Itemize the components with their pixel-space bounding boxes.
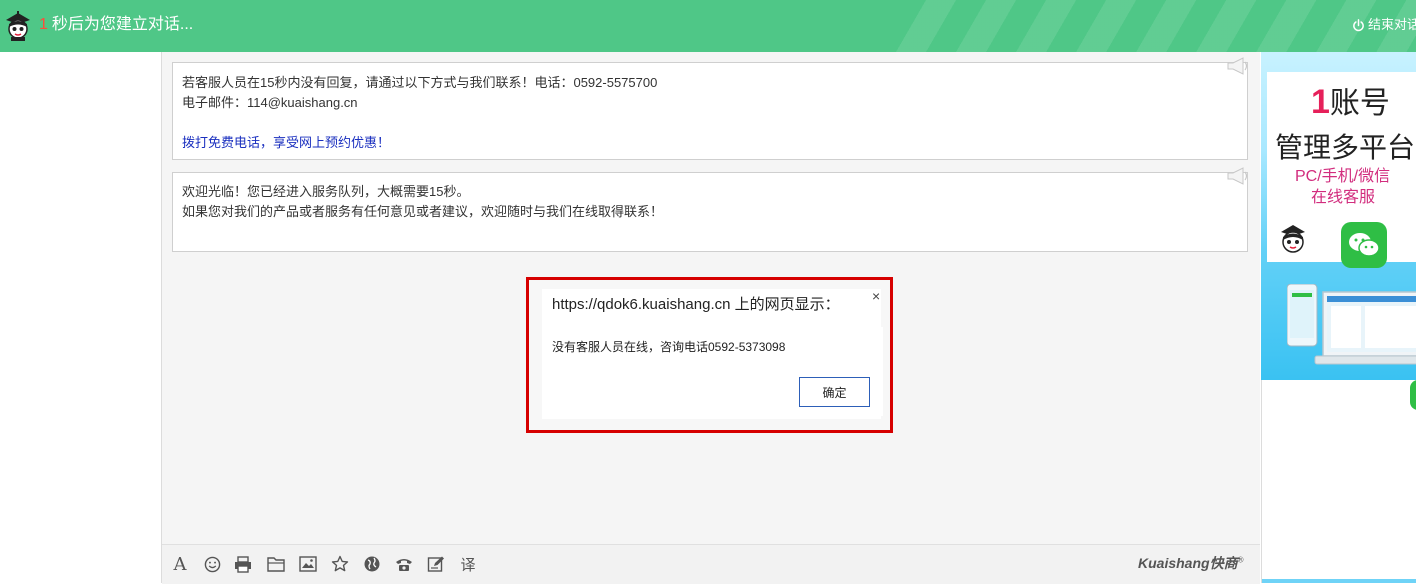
image-icon[interactable] bbox=[298, 554, 318, 574]
dialog-title: https://qdok6.kuaishang.cn 上的网页显示： bbox=[552, 296, 840, 313]
header-bar: 1 秒后为您建立对话... 结束对话 bbox=[0, 0, 1416, 52]
promo-line1: 账号 bbox=[1329, 87, 1390, 120]
message-line: 如果您对我们的产品或者服务有任何意见或者建议，欢迎随时与我们在线取得联系！ bbox=[182, 204, 664, 219]
megaphone-icon bbox=[1227, 167, 1248, 185]
promo-banner[interactable]: 1账号 管理多平台 PC/手机/微信 在线客服 bbox=[1261, 52, 1416, 380]
header-decoration bbox=[896, 0, 1416, 52]
translate-icon[interactable]: 译 bbox=[458, 554, 478, 574]
left-panel bbox=[0, 52, 162, 583]
globe-icon[interactable] bbox=[362, 554, 382, 574]
message-line: 若客服人员在15秒内没有回复，请通过以下方式与我们联系！电话：0592-5575… bbox=[182, 75, 658, 90]
end-chat-label: 结束对话 bbox=[1368, 17, 1416, 32]
message-line: 电子邮件：114@kuaishang.cn bbox=[182, 95, 358, 110]
promo-line4: 在线客服 bbox=[1311, 189, 1376, 206]
close-icon[interactable]: × bbox=[872, 288, 880, 304]
end-chat-button[interactable]: 结束对话 bbox=[1352, 16, 1416, 34]
power-icon bbox=[1353, 18, 1364, 31]
devices-illustration bbox=[1287, 284, 1416, 365]
edit-icon[interactable] bbox=[426, 554, 446, 574]
countdown-label: 秒后为您建立对话... bbox=[51, 16, 194, 33]
message-line: 欢迎光临！您已经进入服务队列，大概需要15秒。 bbox=[182, 184, 470, 199]
print-icon[interactable] bbox=[233, 554, 253, 574]
side-tab bbox=[1410, 380, 1416, 410]
brand-text: Kuaishang快商 bbox=[1138, 555, 1238, 571]
megaphone-icon bbox=[1227, 57, 1248, 75]
welcome-message: 欢迎光临！您已经进入服务队列，大概需要15秒。 如果您对我们的产品或者服务有任何… bbox=[172, 167, 1248, 252]
mascot-avatar-icon bbox=[6, 11, 30, 41]
right-panel-footer bbox=[1262, 579, 1416, 583]
folder-icon[interactable] bbox=[266, 554, 286, 574]
brand-mark: ® bbox=[1237, 555, 1244, 565]
wechat-icon bbox=[1341, 222, 1387, 268]
translate-label: 译 bbox=[460, 556, 476, 574]
emoji-icon[interactable] bbox=[202, 554, 222, 574]
free-call-link[interactable]: 拨打免费电话，享受网上预约优惠！ bbox=[173, 133, 1247, 153]
countdown-text: 1 秒后为您建立对话... bbox=[39, 14, 193, 36]
right-panel-lower bbox=[1261, 380, 1416, 583]
font-icon-label: A bbox=[173, 553, 187, 575]
phone-icon[interactable] bbox=[394, 554, 414, 574]
kuaishang-logo: Kuaishang快商® bbox=[1138, 553, 1243, 573]
dialog-message: 没有客服人员在线，咨询电话0592-5373098 bbox=[552, 340, 786, 354]
ok-button[interactable]: 确定 bbox=[799, 377, 870, 407]
font-icon[interactable]: A bbox=[170, 553, 190, 575]
alert-dialog: https://qdok6.kuaishang.cn 上的网页显示： × 没有客… bbox=[526, 277, 893, 433]
star-icon[interactable] bbox=[330, 554, 350, 574]
kuaishang-app-icon bbox=[1273, 218, 1313, 258]
system-message: 若客服人员在15秒内没有回复，请通过以下方式与我们联系！电话：0592-5575… bbox=[172, 57, 1248, 160]
promo-line2: 管理多平台 bbox=[1275, 132, 1416, 163]
countdown-number: 1 bbox=[39, 16, 48, 33]
promo-headline: 1账号 bbox=[1311, 78, 1390, 122]
promo-number: 1 bbox=[1311, 83, 1330, 121]
message-line bbox=[173, 113, 1247, 133]
chat-toolbar: A 译 Kuaishang快商® bbox=[162, 544, 1260, 584]
